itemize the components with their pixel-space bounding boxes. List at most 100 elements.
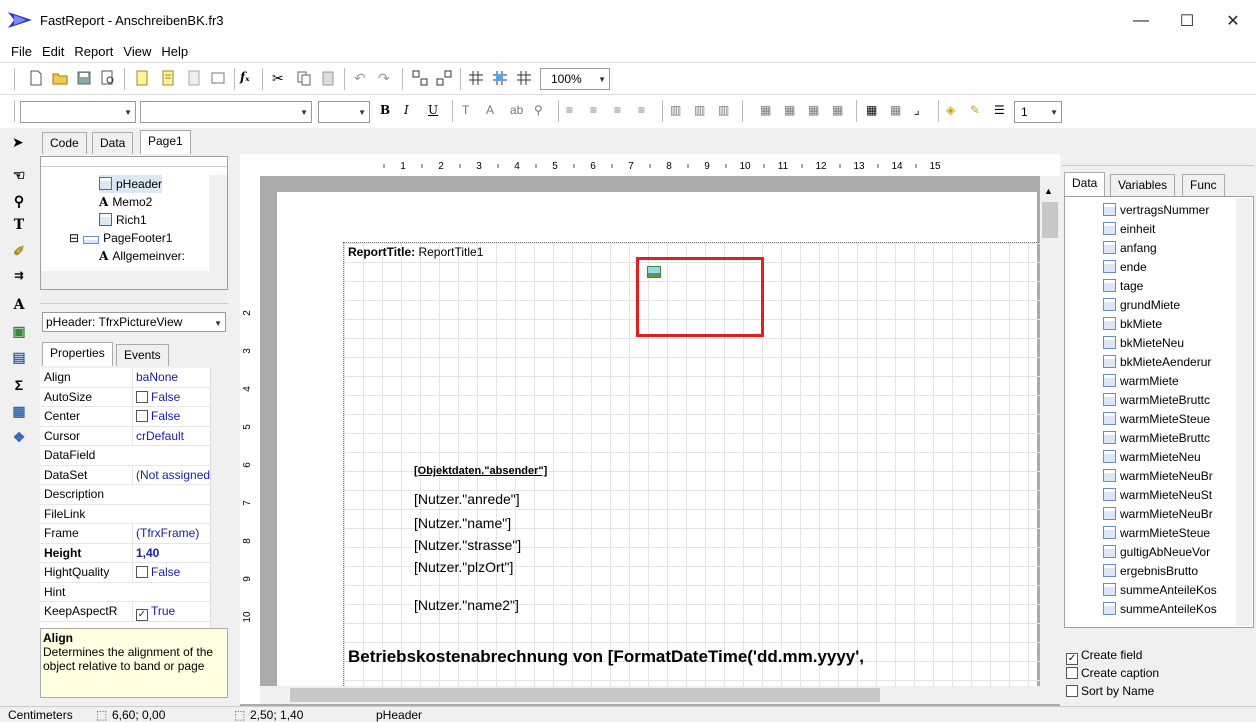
frame-all-icon[interactable]: ▦ <box>866 103 882 119</box>
property-row[interactable]: Height 1,40 <box>40 543 228 563</box>
checkbox-icon[interactable] <box>1066 667 1078 679</box>
tree-horizontal-scrollbar[interactable] <box>41 271 227 289</box>
maximize-button[interactable]: ☐ <box>1164 0 1210 42</box>
align-center-icon[interactable]: ≡ <box>590 103 606 119</box>
property-scrollbar[interactable] <box>210 368 228 628</box>
data-field-item[interactable]: warmMieteSteue <box>1103 524 1210 542</box>
frame-color-icon[interactable]: ✎ <box>970 103 986 119</box>
tab-properties[interactable]: Properties <box>42 342 113 366</box>
data-field-item[interactable]: vertragsNummer <box>1103 201 1209 219</box>
band-tool-icon[interactable]: ⇉ <box>10 266 28 284</box>
more-objects-icon[interactable]: ❖ <box>10 428 28 446</box>
frame-style-icon[interactable]: ☰ <box>994 103 1010 119</box>
tree-item[interactable]: pHeader <box>99 175 163 193</box>
insert-option[interactable]: ✓ Create field <box>1066 648 1142 665</box>
checkbox-icon[interactable] <box>136 390 148 403</box>
minimize-button[interactable]: — <box>1118 0 1164 42</box>
menu-file[interactable]: File <box>6 42 37 62</box>
data-field-item[interactable]: grundMiete <box>1103 296 1180 314</box>
panel-grip[interactable] <box>1062 158 1254 166</box>
zip-city-field[interactable]: [Nutzer."plzOrt"] <box>414 559 513 575</box>
sum-object-icon[interactable]: Σ <box>10 376 28 394</box>
align-left-icon[interactable]: ≡ <box>566 103 582 119</box>
bold-icon[interactable]: B <box>380 103 396 119</box>
text-tool-icon[interactable]: T <box>10 216 28 234</box>
checkbox-icon[interactable]: ✓ <box>136 609 148 621</box>
tree-item[interactable]: Rich1 <box>99 211 147 229</box>
property-row[interactable]: Frame (TfrxFrame) <box>40 524 228 544</box>
property-row[interactable]: FileLink <box>40 505 228 524</box>
ungroup-icon[interactable] <box>436 70 452 86</box>
data-field-item[interactable]: warmMieteNeuBr <box>1103 467 1213 485</box>
redo-icon[interactable]: ↷ <box>378 70 394 86</box>
data-field-item[interactable]: warmMieteSteue <box>1103 410 1210 428</box>
data-field-item[interactable]: bkMieteNeu <box>1103 334 1184 352</box>
menu-view[interactable]: View <box>118 42 156 62</box>
align-justify-icon[interactable]: ≡ <box>638 103 654 119</box>
name2-field[interactable]: [Nutzer."name2"] <box>414 597 519 613</box>
heading-field[interactable]: Betriebskostenabrechnung von [FormatDate… <box>348 647 864 667</box>
data-field-item[interactable]: tage <box>1103 277 1143 295</box>
group-icon[interactable] <box>412 70 428 86</box>
copy-icon[interactable] <box>296 70 312 86</box>
data-field-item[interactable]: warmMieteNeuBr <box>1103 505 1213 523</box>
canvas-horizontal-scrollbar[interactable] <box>260 686 1040 704</box>
property-row[interactable]: DataSet (Not assigned) <box>40 465 228 485</box>
checkbox-icon[interactable] <box>136 566 148 578</box>
tree-vertical-scrollbar[interactable] <box>209 175 227 271</box>
data-field-item[interactable]: warmMieteBruttc <box>1103 391 1210 409</box>
insert-option[interactable]: Sort by Name <box>1066 684 1154 698</box>
name-field[interactable]: [Nutzer."name"] <box>414 515 511 531</box>
field-list-hscrollbar[interactable] <box>1064 630 1254 646</box>
canvas-vertical-scrollbar[interactable]: ▲ <box>1040 176 1060 704</box>
open-folder-icon[interactable] <box>52 70 68 86</box>
frame-left-icon[interactable]: ▦ <box>808 103 824 119</box>
delete-page-icon[interactable] <box>186 70 202 86</box>
tab-events[interactable]: Events <box>116 344 169 366</box>
tree-item[interactable]: A Memo2 <box>99 193 152 211</box>
checkbox-icon[interactable]: ✓ <box>1066 653 1078 665</box>
shadow-icon[interactable]: ⌟ <box>914 103 930 119</box>
data-field-item[interactable]: warmMieteNeuSt <box>1103 486 1212 504</box>
menu-edit[interactable]: Edit <box>37 42 69 62</box>
tab-code[interactable]: Code <box>42 132 87 154</box>
property-row[interactable]: HightQuality False <box>40 563 228 583</box>
line-width-combo[interactable]: 1 ▼ <box>1014 101 1062 123</box>
data-field-item[interactable]: bkMiete <box>1103 315 1162 333</box>
rich-text-object-icon[interactable]: ▦ <box>10 402 28 420</box>
highlight-icon[interactable]: ab <box>510 103 526 119</box>
data-field-item[interactable]: ergebnisBrutto <box>1103 562 1198 580</box>
paste-icon[interactable] <box>320 70 336 86</box>
property-row[interactable]: AutoSize False <box>40 387 228 407</box>
format-painter-icon[interactable]: ⚲ <box>534 103 550 119</box>
italic-icon[interactable]: I <box>404 103 420 119</box>
collapse-icon[interactable]: ⊟ <box>69 231 79 245</box>
sender-field[interactable]: [Objektdaten."absender"] <box>414 465 547 477</box>
frame-top-icon[interactable]: ▦ <box>760 103 776 119</box>
report-title-band[interactable]: ReportTitle: ReportTitle1 [Objektdaten."… <box>343 242 1043 702</box>
scroll-thumb[interactable] <box>290 688 880 702</box>
new-dialog-icon[interactable] <box>160 70 176 86</box>
align-right-icon[interactable]: ≡ <box>614 103 630 119</box>
tree-item[interactable]: A Allgemeinver: <box>99 247 185 265</box>
menu-help[interactable]: Help <box>156 42 193 62</box>
data-field-item[interactable]: summeAnteileKos <box>1103 581 1217 599</box>
menu-report[interactable]: Report <box>69 42 118 62</box>
font-size-combo[interactable]: ▼ <box>318 101 370 123</box>
data-field-item[interactable]: anfang <box>1103 239 1157 257</box>
picture-object-selected[interactable] <box>636 257 764 337</box>
tab-functions[interactable]: Func <box>1182 174 1225 196</box>
data-field-item[interactable]: warmMieteBruttc <box>1103 429 1210 447</box>
style-combo[interactable]: ▼ <box>20 101 136 123</box>
valign-bottom-icon[interactable]: ▥ <box>718 103 734 119</box>
grid-toggle-icon[interactable] <box>468 70 484 86</box>
font-settings-icon[interactable]: T <box>462 103 478 119</box>
property-row[interactable]: Cursor crDefault <box>40 426 228 446</box>
zoom-tool-icon[interactable]: ⚲ <box>10 192 28 210</box>
format-copy-tool-icon[interactable]: ✐ <box>10 242 28 260</box>
property-row[interactable]: Description <box>40 485 228 505</box>
field-list-scrollbar[interactable] <box>1236 198 1252 626</box>
property-row[interactable]: KeepAspectR ✓ True <box>40 602 228 622</box>
panel-grip[interactable] <box>41 159 227 167</box>
data-field-item[interactable]: warmMiete <box>1103 372 1179 390</box>
